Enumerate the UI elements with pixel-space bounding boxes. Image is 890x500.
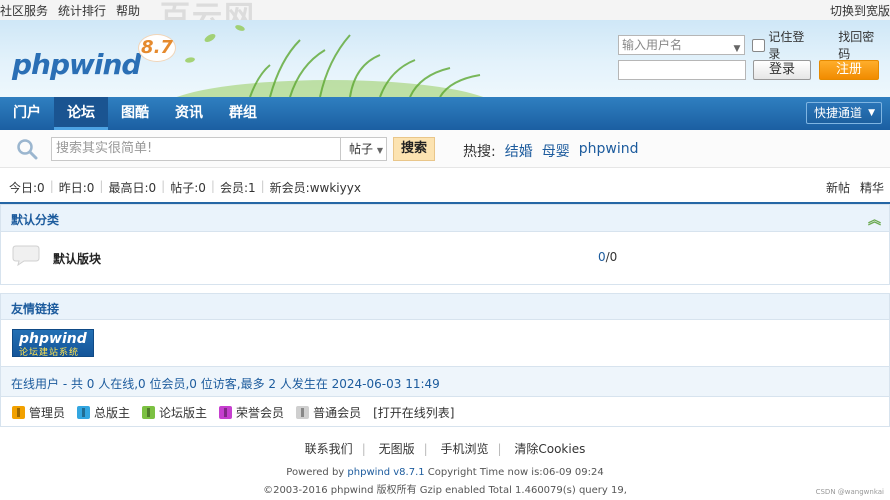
forum-row: 默认版块 0/0 [1,232,889,284]
login-button[interactable]: 登录 [753,60,811,80]
legend-item: 论坛版主 [142,404,207,421]
powered-by-link[interactable]: phpwind v8.7.1 [347,467,424,478]
hot-search: 热搜: 结婚 母婴 phpwind [463,141,638,161]
forgot-password-link[interactable]: 找回密码 [838,28,886,62]
main-nav: 门户 论坛 图酷 资讯 群组 快捷通道 ▼ [0,97,890,130]
forum-status-icon [12,245,40,266]
hot-keyword[interactable]: 母婴 [542,141,570,161]
stat-new-member[interactable]: 新会员:wwkiyyx [270,179,361,196]
stat-yesterday: 昨日:0 [58,181,95,195]
top-link-help[interactable]: 帮助 [116,2,140,19]
friend-links-title: 友情链接 [11,302,60,316]
nav-item-forum[interactable]: 论坛 [54,97,108,130]
new-posts-link[interactable]: 新帖 [826,179,850,196]
online-users-bar: 在线用户 - 共 0 人在线,0 位会员,0 位访客,最多 2 人发生在 202… [0,367,890,397]
site-header: phpwind 8.7 输入用户名 ▼ 记住登录 找回密码 登录 注册 [0,20,890,97]
top-link-stats[interactable]: 统计排行 [58,2,106,19]
hot-search-label: 热搜: [463,144,496,160]
stat-max-day: 最高日:0 [108,181,157,195]
nav-item-portal[interactable]: 门户 [0,97,54,130]
search-scope-select[interactable]: 帖子 ▼ [341,137,387,161]
login-form: 输入用户名 ▼ 记住登录 找回密码 登录 注册 [618,30,886,84]
powered-by: Powered by phpwind v8.7.1 Copyright Time… [286,467,604,478]
top-link-community[interactable]: 社区服务 [0,2,48,19]
search-bar: 搜索其实很简单! 帖子 ▼ 搜索 热搜: 结婚 母婴 phpwind [0,130,890,168]
chevron-down-icon: ▼ [376,146,383,155]
password-input[interactable] [618,60,746,80]
legend-item: 总版主 [77,404,130,421]
friend-links-section: 友情链接 phpwind 论坛建站系统 [0,293,890,367]
digest-link[interactable]: 精华 [860,179,884,196]
forum-counts: 0/0 [598,250,618,264]
checkbox-icon[interactable] [752,38,766,52]
legend-item: 管理员 [12,404,65,421]
switch-wide-link[interactable]: 切换到宽版 [830,2,890,19]
collapse-icon[interactable]: ︽ [868,209,881,228]
category-header: 默认分类 ︽ [1,205,889,232]
forum-name[interactable]: 默认版块 [53,250,101,267]
phpwind-link-banner[interactable]: phpwind 论坛建站系统 [12,329,94,358]
footer-links: 联系我们 | 无图版 | 手机浏览 | 清除Cookies [304,442,586,456]
top-links: 社区服务 统计排行 帮助 [0,2,140,19]
stat-today: 今日:0 [9,181,45,195]
open-online-list-link[interactable]: [打开在线列表] [373,404,454,421]
username-input[interactable]: 输入用户名 ▼ [618,35,746,55]
quick-access-button[interactable]: 快捷通道 ▼ [806,102,882,124]
legend-item: 荣誉会员 [219,404,284,421]
phpwind-logo[interactable]: phpwind [12,48,141,81]
footer-link-clear-cookies[interactable]: 清除Cookies [514,442,585,456]
footer-link-contact[interactable]: 联系我们 [305,442,353,456]
online-users-text[interactable]: 在线用户 - 共 0 人在线,0 位会员,0 位访客,最多 2 人发生在 202… [11,375,440,392]
admin-icon [12,406,25,419]
moderator-icon [142,406,156,419]
register-button[interactable]: 注册 [819,60,879,80]
site-footer: 联系我们 | 无图版 | 手机浏览 | 清除Cookies Powered by ph… [0,440,890,496]
hot-keyword[interactable]: 结婚 [505,141,533,161]
member-icon [296,406,310,419]
super-moderator-icon [77,406,91,419]
honor-member-icon [219,406,233,419]
watermark: CSDN @wangwnkai [815,488,884,496]
header-grass-decoration [176,25,484,97]
nav-item-gallery[interactable]: 图酷 [108,97,162,130]
search-icon [17,139,38,160]
remember-login-checkbox[interactable]: 记住登录 [752,28,816,62]
search-button[interactable]: 搜索 [393,137,435,161]
stat-posts: 帖子:0 [170,181,206,195]
nav-item-groups[interactable]: 群组 [216,97,270,130]
stat-members: 会员:1 [219,181,256,195]
footer-link-mobile[interactable]: 手机浏览 [440,442,488,456]
category-title[interactable]: 默认分类 [11,211,59,228]
search-input[interactable]: 搜索其实很简单! [51,137,341,161]
chevron-down-icon: ▼ [733,44,741,54]
nav-item-news[interactable]: 资讯 [162,97,216,130]
legend-item: 普通会员 [296,404,361,421]
logo-version-badge: 8.7 [138,34,176,62]
user-group-legend: 管理员 总版主 论坛版主 荣誉会员 普通会员 [打开在线列表] [0,397,890,427]
hot-keyword[interactable]: phpwind [579,141,639,161]
category-section: 默认分类 ︽ 默认版块 0/0 [0,204,890,285]
chevron-down-icon: ▼ [868,108,875,118]
copyright: ©2003-2016 phpwind 版权所有 Gzip enabled Tot… [263,485,627,496]
forum-stats: 今日:0 | 昨日:0 | 最高日:0 | 帖子:0 | 会员:1 | 新会员:wwkiy… [0,168,890,204]
top-bar: 百云网 社区服务 统计排行 帮助 切换到宽版 [0,0,890,35]
friend-links-header: 友情链接 [1,294,889,320]
footer-link-text-version[interactable]: 无图版 [379,442,415,456]
